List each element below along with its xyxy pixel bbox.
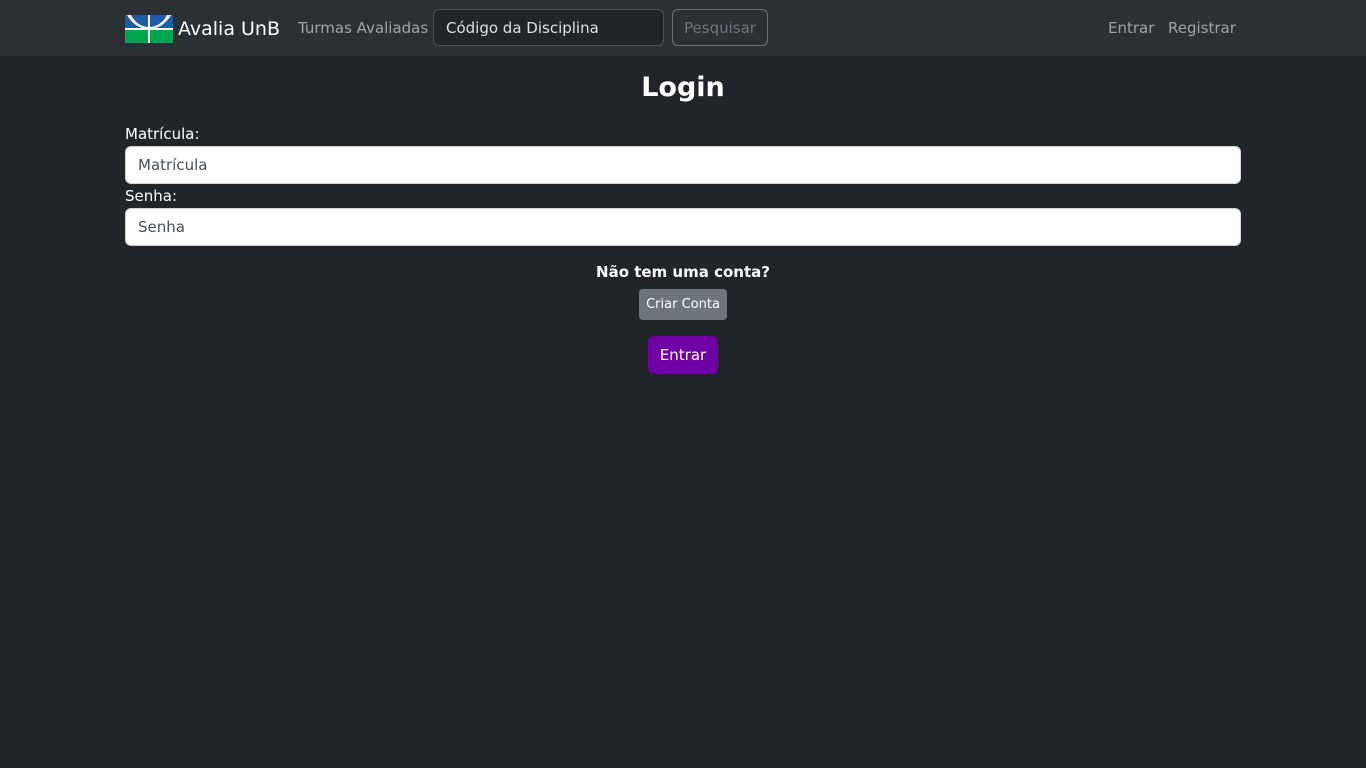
login-submit-button[interactable]: Entrar: [648, 336, 718, 374]
page-title: Login: [641, 72, 725, 103]
senha-label: Senha:: [125, 187, 178, 205]
course-code-search-input[interactable]: [433, 9, 664, 46]
brand-link[interactable]: Avalia UnB: [125, 14, 280, 43]
senha-input[interactable]: [125, 208, 1241, 246]
no-account-text: Não tem uma conta?: [596, 263, 770, 281]
create-account-button[interactable]: Criar Conta: [639, 289, 727, 320]
unb-logo-icon: [125, 14, 173, 43]
nav-link-turmas-avaliadas[interactable]: Turmas Avaliadas: [298, 18, 428, 38]
nav-link-entrar[interactable]: Entrar: [1108, 18, 1154, 38]
navbar: Avalia UnB Turmas Avaliadas Pesquisar En…: [0, 0, 1366, 56]
search-button[interactable]: Pesquisar: [672, 9, 768, 46]
nav-link-registrar[interactable]: Registrar: [1168, 18, 1236, 38]
matricula-label: Matrícula:: [125, 125, 200, 143]
brand-name: Avalia UnB: [178, 17, 280, 40]
matricula-input[interactable]: [125, 146, 1241, 184]
